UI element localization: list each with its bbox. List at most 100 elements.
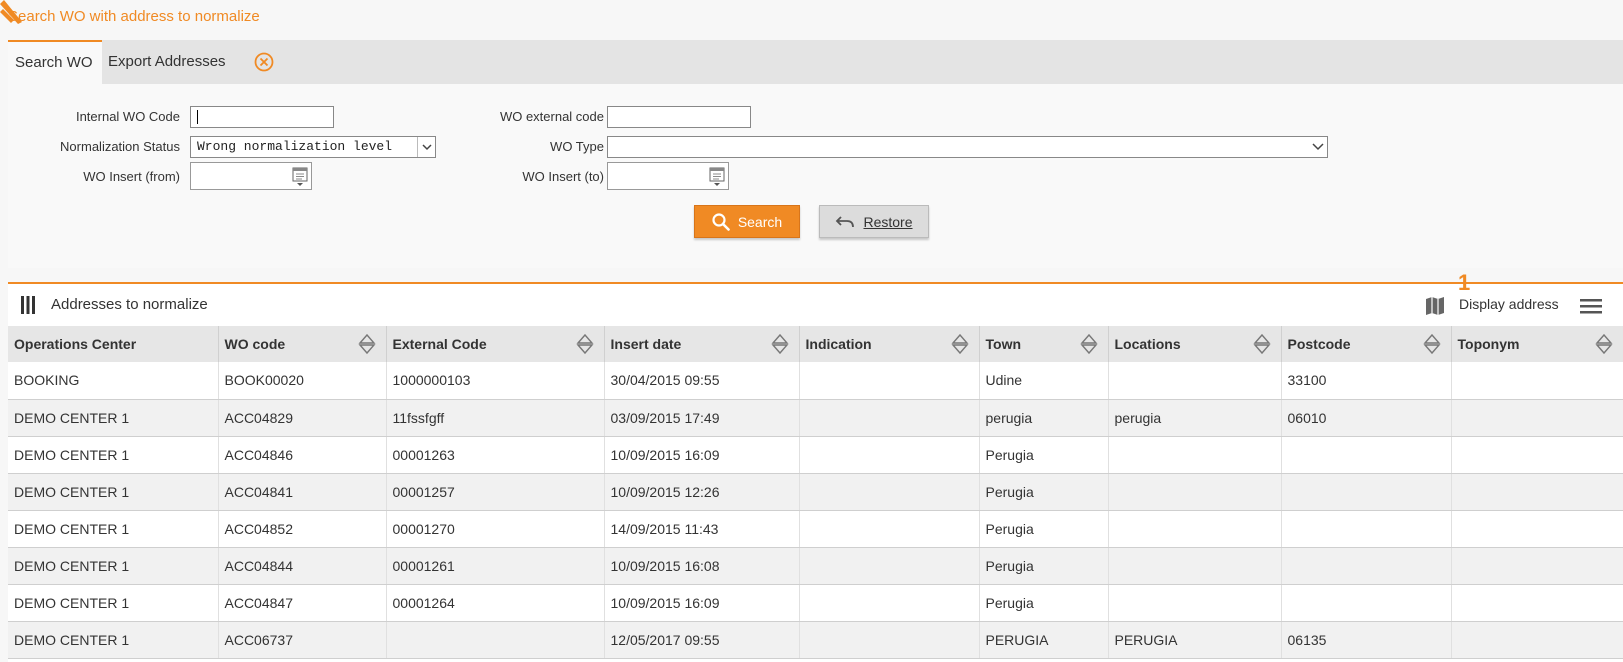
menu-icon[interactable] [1580,298,1602,314]
sort-icon[interactable] [1594,333,1613,355]
sort-icon[interactable] [575,333,594,355]
column-header-label: Indication [805,336,872,352]
close-icon[interactable] [254,52,274,72]
grid-toolbar: Addresses to normalize 1 Display address [8,270,1623,326]
column-header[interactable]: Operations Center [8,326,219,362]
results-table: Operations Center WO code External Code Ins… [8,326,1623,659]
table-cell: ACC06737 [218,621,387,659]
column-header-label: Town [985,336,1022,352]
table-cell [1108,510,1282,548]
table-cell: PERUGIA [1108,621,1282,659]
table-cell [386,621,605,659]
table-cell: ACC04847 [218,584,387,622]
columns-icon[interactable] [21,296,35,314]
table-cell: Udine [979,362,1109,400]
column-header[interactable]: External Code [386,326,605,362]
internal-wo-code-input[interactable] [190,106,334,128]
column-header[interactable]: Insert date [604,326,800,362]
table-cell: 00001263 [386,436,605,474]
text-caret [197,109,198,124]
table-cell [1451,584,1623,622]
wo-type-select[interactable] [607,136,1328,158]
table-cell: DEMO CENTER 1 [8,399,219,437]
table-row[interactable]: DEMO CENTER 1 ACC04852 00001270 14/09/2015 … [8,510,1623,548]
table-cell [799,547,980,585]
tab-export-addresses[interactable]: Export Addresses [108,40,248,84]
table-cell: ACC04852 [218,510,387,548]
restore-button-label: Restore [863,213,913,230]
sort-icon[interactable] [1252,333,1271,355]
normalization-status-value: Wrong normalization level [197,139,393,154]
table-header-row: Operations Center WO code External Code Ins… [8,326,1623,362]
wo-external-code-label: WO external code [499,109,604,124]
table-cell [799,399,980,437]
column-header[interactable]: WO code [218,326,387,362]
table-cell [1281,510,1452,548]
table-cell: 00001257 [386,473,605,511]
map-icon[interactable] [1425,296,1445,316]
display-address-button[interactable]: Display address [1459,296,1559,312]
table-cell [799,473,980,511]
table-row[interactable]: BOOKING BOOK00020 1000000103 30/04/2015 09:… [8,362,1623,400]
table-cell: DEMO CENTER 1 [8,436,219,474]
table-cell [1108,547,1282,585]
table-cell: perugia [1108,399,1282,437]
sort-icon[interactable] [1422,333,1441,355]
sort-icon[interactable] [770,333,789,355]
search-icon [712,212,730,231]
table-cell: ACC04846 [218,436,387,474]
table-cell: Perugia [979,547,1109,585]
table-cell [799,362,980,400]
tab-search-wo[interactable]: Search WO [8,40,102,84]
search-form-panel: Search WO Export Addresses Internal WO C… [8,40,1623,268]
table-cell: BOOKING [8,362,219,400]
table-cell [1108,584,1282,622]
table-cell: ACC04841 [218,473,387,511]
wo-insert-to-input[interactable] [607,162,729,190]
column-header-label: Postcode [1287,336,1351,352]
table-cell: 03/09/2015 17:49 [604,399,800,437]
table-cell [1451,362,1623,400]
results-grid-panel: Addresses to normalize 1 Display address… [8,270,1623,662]
table-row[interactable]: DEMO CENTER 1 ACC06737 12/05/2017 09:55 PER… [8,621,1623,659]
column-header[interactable]: Toponym [1451,326,1623,362]
table-cell: BOOK00020 [218,362,387,400]
table-cell [799,436,980,474]
column-header[interactable]: Postcode [1281,326,1452,362]
table-cell [1451,399,1623,437]
table-row[interactable]: DEMO CENTER 1 ACC04829 11fssfgff 03/09/2015… [8,399,1623,437]
table-cell [799,510,980,548]
normalization-status-select[interactable]: Wrong normalization level [190,136,436,158]
table-cell: ACC04844 [218,547,387,585]
calendar-icon[interactable] [708,165,726,187]
wo-insert-from-input[interactable] [190,162,312,190]
column-header[interactable]: Locations [1108,326,1282,362]
table-cell: Perugia [979,584,1109,622]
column-header-label: WO code [224,336,286,352]
search-button[interactable]: Search [694,205,800,238]
table-row[interactable]: DEMO CENTER 1 ACC04846 00001263 10/09/2015 … [8,436,1623,474]
restore-button[interactable]: Restore [819,205,929,238]
calendar-icon[interactable] [291,165,309,187]
column-header[interactable]: Indication [799,326,980,362]
column-header[interactable]: Town [979,326,1109,362]
wo-insert-from-label: WO Insert (from) [83,169,180,184]
column-header-label: External Code [392,336,487,352]
table-cell [1281,547,1452,585]
table-cell: 06135 [1281,621,1452,659]
sort-icon[interactable] [950,333,969,355]
table-cell [1451,621,1623,659]
table-cell: DEMO CENTER 1 [8,473,219,511]
sort-icon[interactable] [357,333,376,355]
sort-icon[interactable] [1079,333,1098,355]
table-cell [1281,584,1452,622]
table-body: BOOKING BOOK00020 1000000103 30/04/2015 09:… [8,362,1623,659]
table-cell [1451,436,1623,474]
table-cell: perugia [979,399,1109,437]
column-header-label: Locations [1114,336,1181,352]
table-row[interactable]: DEMO CENTER 1 ACC04844 00001261 10/09/2015 … [8,547,1623,585]
table-row[interactable]: DEMO CENTER 1 ACC04841 00001257 10/09/2015 … [8,473,1623,511]
wo-external-code-input[interactable] [607,106,751,128]
table-row[interactable]: DEMO CENTER 1 ACC04847 00001264 10/09/2015 … [8,584,1623,622]
page-header: Search WO with address to normalize [0,0,1623,34]
